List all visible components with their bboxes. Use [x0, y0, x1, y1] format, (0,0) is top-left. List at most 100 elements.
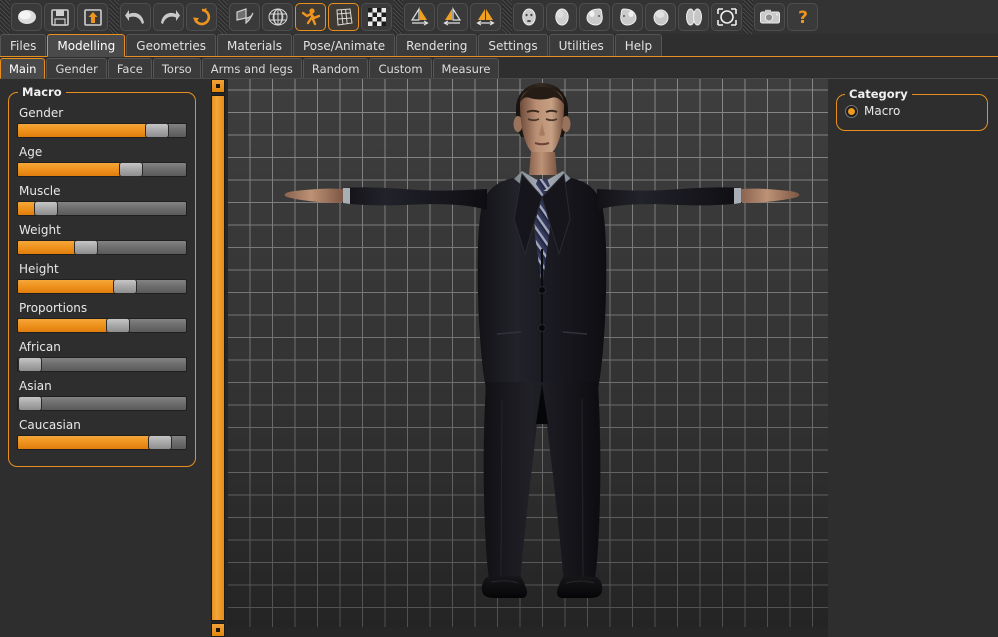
model-arm-right [597, 187, 742, 210]
slider-handle-proportions[interactable] [106, 318, 130, 333]
slider-label-proportions: Proportions [17, 300, 187, 318]
view-top-icon[interactable] [645, 3, 676, 31]
scrollbar-thumb[interactable] [211, 95, 225, 621]
slider-handle-muscle[interactable] [34, 201, 58, 216]
slider-handle-weight[interactable] [74, 240, 98, 255]
model-shoe-right [557, 576, 602, 598]
new-mesh-icon[interactable] [11, 3, 42, 31]
symmetry-right-icon[interactable] [404, 3, 435, 31]
category-groupbox: Category Macro [836, 94, 988, 131]
main-tab-pose-animate[interactable]: Pose/Animate [293, 34, 395, 56]
load-icon[interactable] [77, 3, 108, 31]
view-reset-icon[interactable] [711, 3, 742, 31]
slider-label-height: Height [17, 261, 187, 279]
slider-handle-african[interactable] [18, 357, 42, 372]
sub-tab-gender[interactable]: Gender [46, 58, 106, 78]
model-hand-left [285, 189, 343, 203]
slider-muscle[interactable] [17, 201, 187, 216]
svg-text:?: ? [798, 8, 808, 27]
slider-row-muscle: Muscle [17, 183, 187, 216]
symmetry-both-icon[interactable] [470, 3, 501, 31]
viewport-lower-band [225, 627, 828, 637]
slider-handle-gender[interactable] [145, 123, 169, 138]
radio-icon[interactable] [845, 105, 858, 118]
main-tab-utilities[interactable]: Utilities [549, 34, 614, 56]
toolbar: ? [0, 0, 998, 34]
slider-weight[interactable] [17, 240, 187, 255]
view-left-icon[interactable] [579, 3, 610, 31]
slider-age[interactable] [17, 162, 187, 177]
sub-tab-random[interactable]: Random [303, 58, 369, 78]
symmetry-left-icon[interactable] [437, 3, 468, 31]
slider-caucasian[interactable] [17, 435, 187, 450]
slider-row-weight: Weight [17, 222, 187, 255]
slider-gender[interactable] [17, 123, 187, 138]
slider-african[interactable] [17, 357, 187, 372]
main-tab-files[interactable]: Files [0, 34, 46, 56]
sub-tab-face[interactable]: Face [108, 58, 152, 78]
scroll-up-button[interactable] [211, 79, 225, 93]
sub-tab-measure[interactable]: Measure [433, 58, 500, 78]
wireframe-icon[interactable] [262, 3, 293, 31]
scroll-up-glyph [216, 84, 220, 88]
model-cuff-right [734, 188, 741, 204]
left-settings-panel: Macro GenderAgeMuscleWeightHeightProport… [0, 79, 208, 637]
slider-handle-height[interactable] [113, 279, 137, 294]
slider-proportions[interactable] [17, 318, 187, 333]
main-tab-geometries[interactable]: Geometries [126, 34, 216, 56]
grab-screen-icon[interactable] [754, 3, 785, 31]
toolbar-separator [743, 0, 753, 34]
sub-tab-arms-and-legs[interactable]: Arms and legs [202, 58, 302, 78]
makehuman-window: ? FilesModellingGeometriesMaterialsPose/… [0, 0, 998, 637]
help-icon[interactable]: ? [787, 3, 818, 31]
slider-label-muscle: Muscle [17, 183, 187, 201]
slider-height[interactable] [17, 279, 187, 294]
sub-tab-custom[interactable]: Custom [369, 58, 431, 78]
model-button-top [539, 287, 546, 294]
sub-tab-torso[interactable]: Torso [153, 58, 201, 78]
toolbar-separator [0, 0, 10, 34]
scroll-down-button[interactable] [211, 623, 225, 637]
toolbar-separator [218, 0, 228, 34]
3d-viewport[interactable] [225, 79, 828, 637]
macro-slider-list: Gender Age Muscle Weight Height Proportions Af… [17, 105, 187, 450]
slider-label-caucasian: Caucasian [17, 417, 187, 435]
slider-asian[interactable] [17, 396, 187, 411]
reset-mesh-icon[interactable] [186, 3, 217, 31]
background-icon[interactable] [361, 3, 392, 31]
human-model[interactable] [225, 79, 828, 637]
smooth-icon[interactable] [229, 3, 260, 31]
slider-row-age: Age [17, 144, 187, 177]
view-front-icon[interactable] [513, 3, 544, 31]
category-option-label: Macro [864, 104, 900, 118]
model-button-bottom [539, 325, 546, 332]
sub-tab-main[interactable]: Main [0, 58, 45, 79]
grid-icon[interactable] [328, 3, 359, 31]
category-option-macro[interactable]: Macro [845, 104, 900, 118]
slider-label-age: Age [17, 144, 187, 162]
view-back-icon[interactable] [546, 3, 577, 31]
undo-icon[interactable] [120, 3, 151, 31]
slider-row-african: African [17, 339, 187, 372]
radio-dot-icon [848, 108, 855, 115]
main-tab-bar: FilesModellingGeometriesMaterialsPose/An… [0, 34, 998, 57]
slider-row-proportions: Proportions [17, 300, 187, 333]
main-tab-rendering[interactable]: Rendering [396, 34, 477, 56]
slider-label-gender: Gender [17, 105, 187, 123]
model-neck [529, 152, 557, 175]
view-bottom-icon[interactable] [678, 3, 709, 31]
toolbar-group-display [228, 0, 393, 34]
slider-handle-asian[interactable] [18, 396, 42, 411]
view-right-icon[interactable] [612, 3, 643, 31]
save-icon[interactable] [44, 3, 75, 31]
redo-icon[interactable] [153, 3, 184, 31]
slider-handle-caucasian[interactable] [148, 435, 172, 450]
toolbar-separator [393, 0, 403, 34]
slider-handle-age[interactable] [119, 162, 143, 177]
main-tab-help[interactable]: Help [615, 34, 662, 56]
viewport-vertical-scrollbar[interactable] [211, 79, 225, 637]
pose-icon[interactable] [295, 3, 326, 31]
main-tab-materials[interactable]: Materials [217, 34, 292, 56]
main-tab-settings[interactable]: Settings [478, 34, 547, 56]
main-tab-modelling[interactable]: Modelling [47, 34, 125, 57]
